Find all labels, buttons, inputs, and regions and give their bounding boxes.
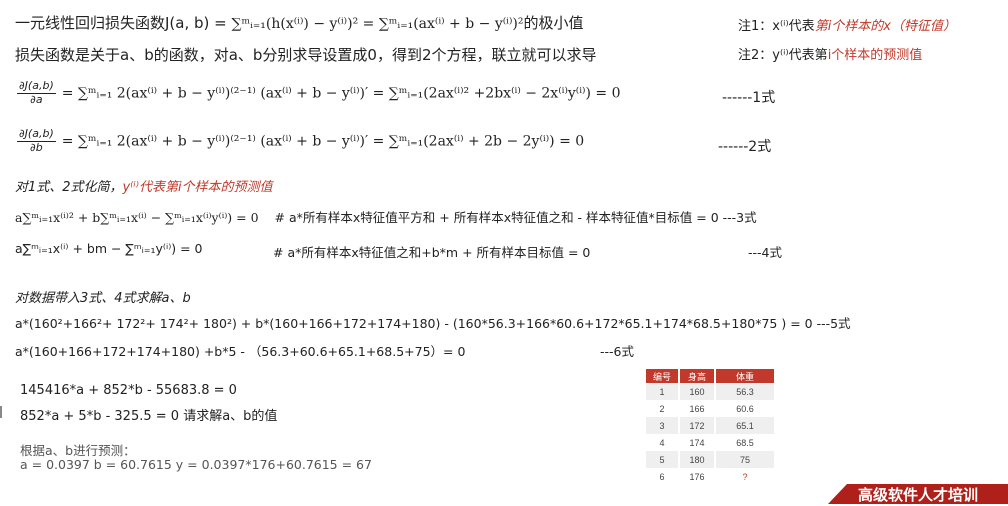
equation-3-comment: # a*所有样本x特征值平方和 + 所有样本x特征值之和 - 样本特征值*目标值…: [274, 210, 757, 225]
table-cell: 2: [646, 400, 680, 417]
sample-table: 编号 身高 体重 1 160 56.3 2 166 60.6 3 172 65.1 4 174…: [646, 369, 776, 485]
equation-2-body: = ∑ᵐᵢ₌₁ 2(ax⁽ⁱ⁾ + b − y⁽ⁱ⁾)⁽²⁻¹⁾ (ax⁽ⁱ⁾ …: [61, 133, 585, 150]
equation-2-tag: ------2式: [718, 139, 772, 155]
table-row: 4 174 68.5: [646, 434, 776, 451]
equation-2: ∂J(a,b) ∂b = ∑ᵐᵢ₌₁ 2(ax⁽ⁱ⁾ + b − y⁽ⁱ⁾)⁽²⁻¹…: [17, 127, 585, 154]
table-cell: 1: [646, 383, 680, 400]
table-cell: 65.1: [715, 417, 776, 434]
note-1-highlight: 第i个样本的x（特征值）: [814, 19, 956, 34]
note-2-prefix: 注2：y⁽ⁱ⁾代表第: [738, 48, 828, 63]
title-suffix: 的极小值: [523, 14, 584, 32]
note-2: 注2：y⁽ⁱ⁾代表第i个样本的预测值: [738, 44, 922, 63]
title-formula: ∑ᵐᵢ₌₁(h(x⁽ⁱ⁾) − y⁽ⁱ⁾)² = ∑ᵐᵢ₌₁(ax⁽ⁱ⁾ + b…: [231, 16, 524, 32]
equation-6-tag: ---6式: [600, 344, 634, 359]
title-prefix: 一元线性回归损失函数J(a, b) =: [15, 14, 232, 32]
table-cell: 3: [646, 417, 680, 434]
table-cell: 180: [679, 451, 716, 468]
table-row: 2 166 60.6: [646, 400, 776, 417]
column-header-weight: 体重: [715, 369, 776, 383]
column-header-height: 身高: [679, 369, 716, 383]
table-cell: 5: [646, 451, 680, 468]
table-row: 6 176?: [646, 468, 776, 485]
note-1-prefix: 注1：x⁽ⁱ⁾代表: [738, 19, 815, 34]
table-cell: 6: [646, 468, 680, 485]
table-cell-unknown: ?: [715, 468, 776, 485]
note-1: 注1：x⁽ⁱ⁾代表第i个样本的x（特征值）: [738, 15, 956, 34]
table-cell: 4: [646, 434, 680, 451]
table-cell: 56.3: [715, 383, 776, 400]
title-line: 一元线性回归损失函数J(a, b) = ∑ᵐᵢ₌₁(h(x⁽ⁱ⁾) − y⁽ⁱ⁾…: [15, 12, 584, 33]
table-row: 3 172 65.1: [646, 417, 776, 434]
equation-3: a∑ᵐᵢ₌₁x⁽ⁱ⁾² + b∑ᵐᵢ₌₁x⁽ⁱ⁾ − ∑ᵐᵢ₌₁x⁽ⁱ⁾y⁽ⁱ⁾…: [15, 207, 757, 226]
left-marker: [0, 406, 2, 418]
table-cell: 166: [679, 400, 716, 417]
fraction-numerator: ∂J(a,b): [17, 79, 56, 94]
equation-1-body: = ∑ᵐᵢ₌₁ 2(ax⁽ⁱ⁾ + b − y⁽ⁱ⁾)⁽²⁻¹⁾ (ax⁽ⁱ⁾ …: [61, 85, 621, 102]
partial-b-fraction: ∂J(a,b) ∂b: [17, 127, 56, 154]
partial-a-fraction: ∂J(a,b) ∂a: [17, 79, 56, 106]
equation-3-body: a∑ᵐᵢ₌₁x⁽ⁱ⁾² + b∑ᵐᵢ₌₁x⁽ⁱ⁾ − ∑ᵐᵢ₌₁x⁽ⁱ⁾y⁽ⁱ⁾…: [15, 210, 259, 225]
equation-4: a∑ᵐᵢ₌₁x⁽ⁱ⁾ + bm − ∑ᵐᵢ₌₁y⁽ⁱ⁾) = 0: [15, 241, 203, 256]
table-cell: 174: [679, 434, 716, 451]
equation-4-comment: # a*所有样本x特征值之和+b*m + 所有样本目标值 = 0: [273, 245, 591, 260]
simplify-heading: 对1式、2式化简，y⁽ⁱ⁾代表第i个样本的预测值: [15, 176, 273, 195]
simplify-heading-prefix: 对1式、2式化简，: [15, 180, 123, 195]
equation-5: a*(160²+166²+ 172²+ 174²+ 180²) + b*(160…: [15, 316, 851, 331]
system-line-1: 145416*a + 852*b - 55683.8 = 0: [20, 383, 237, 398]
table-row: 1 160 56.3: [646, 383, 776, 400]
simplify-heading-highlight: y⁽ⁱ⁾代表第i个样本的预测值: [122, 180, 273, 195]
subtitle: 损失函数是关于a、b的函数，对a、b分别求导设置成0，得到2个方程，联立就可以求…: [15, 46, 597, 64]
equation-1: ∂J(a,b) ∂a = ∑ᵐᵢ₌₁ 2(ax⁽ⁱ⁾ + b − y⁽ⁱ⁾)⁽²⁻¹…: [17, 79, 621, 106]
solve-heading: 对数据带入3式、4式求解a、b: [15, 291, 191, 306]
equation-1-tag: ------1式: [722, 90, 776, 106]
fraction-numerator: ∂J(a,b): [17, 127, 56, 142]
equation-4-tag: ---4式: [748, 245, 782, 260]
footer-banner: 高级软件人才培训: [828, 484, 1008, 504]
system-line-2: 852*a + 5*b - 325.5 = 0 请求解a、b的值: [20, 409, 278, 424]
table-cell: 176: [679, 468, 716, 485]
column-header-id: 编号: [646, 369, 680, 383]
predict-value: a = 0.0397 b = 60.7615 y = 0.0397*176+60…: [20, 457, 372, 472]
table-header-row: 编号 身高 体重: [646, 369, 776, 383]
table-cell: 160: [679, 383, 716, 400]
table-cell: 172: [679, 417, 716, 434]
fraction-denominator: ∂b: [30, 140, 43, 154]
note-2-highlight: i个样本的预测值: [827, 48, 923, 63]
equation-6: a*(160+166+172+174+180) +b*5 - （56.3+60.…: [15, 344, 466, 359]
table-cell: 60.6: [715, 400, 776, 417]
table-cell: 68.5: [715, 434, 776, 451]
table-cell: 75: [715, 451, 776, 468]
fraction-denominator: ∂a: [30, 92, 43, 106]
table-row: 5 180 75: [646, 451, 776, 468]
